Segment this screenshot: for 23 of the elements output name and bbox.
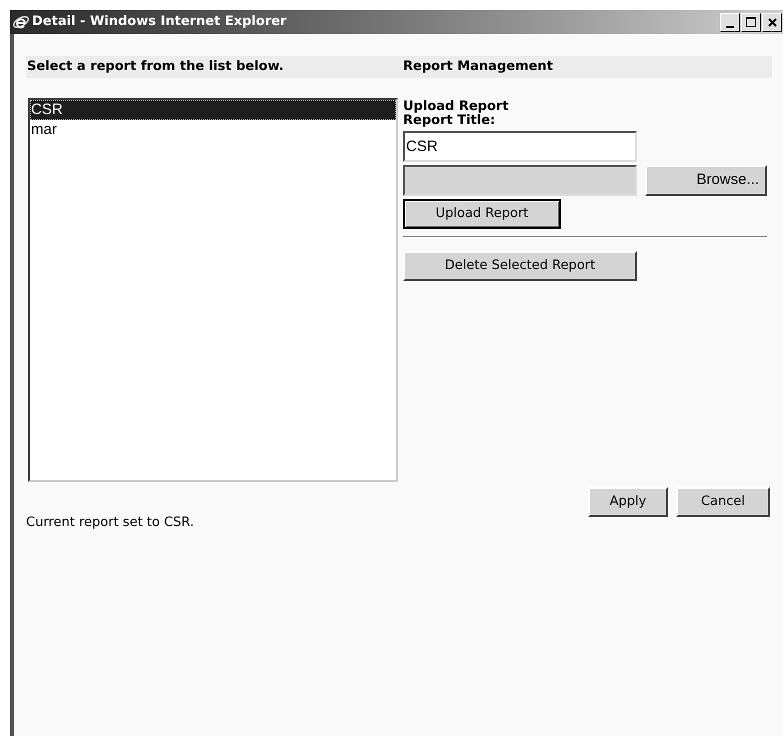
apply-button[interactable]: Apply [588,487,668,517]
status-message: Current report set to CSR. [26,514,196,532]
browser-logo-icon [12,13,30,31]
window-title: Detail - Windows Internet Explorer [32,13,286,32]
upload-report-button[interactable]: Upload Report [403,199,561,229]
report-list-item[interactable]: CSR [30,100,396,120]
section-heading: Report Management [403,58,553,76]
list-heading: Select a report from the list below. [26,58,285,76]
minimize-icon [726,26,734,28]
minimize-button[interactable] [720,12,740,32]
report-list-item[interactable]: mar [30,120,396,140]
report-title-field[interactable]: CSR [403,131,637,162]
maximize-button[interactable] [741,12,761,32]
browse-button[interactable]: Browse... [645,165,767,196]
close-icon [768,18,776,26]
report-list[interactable]: CSR mar [28,98,398,482]
file-path-field[interactable] [403,165,637,196]
delete-report-button[interactable]: Delete Selected Report [403,251,637,281]
close-button[interactable] [762,12,782,32]
upload-heading: Upload Report [403,100,510,114]
maximize-icon [746,17,756,27]
cancel-button[interactable]: Cancel [676,487,770,517]
report-title-label: Report Title: [403,114,496,128]
